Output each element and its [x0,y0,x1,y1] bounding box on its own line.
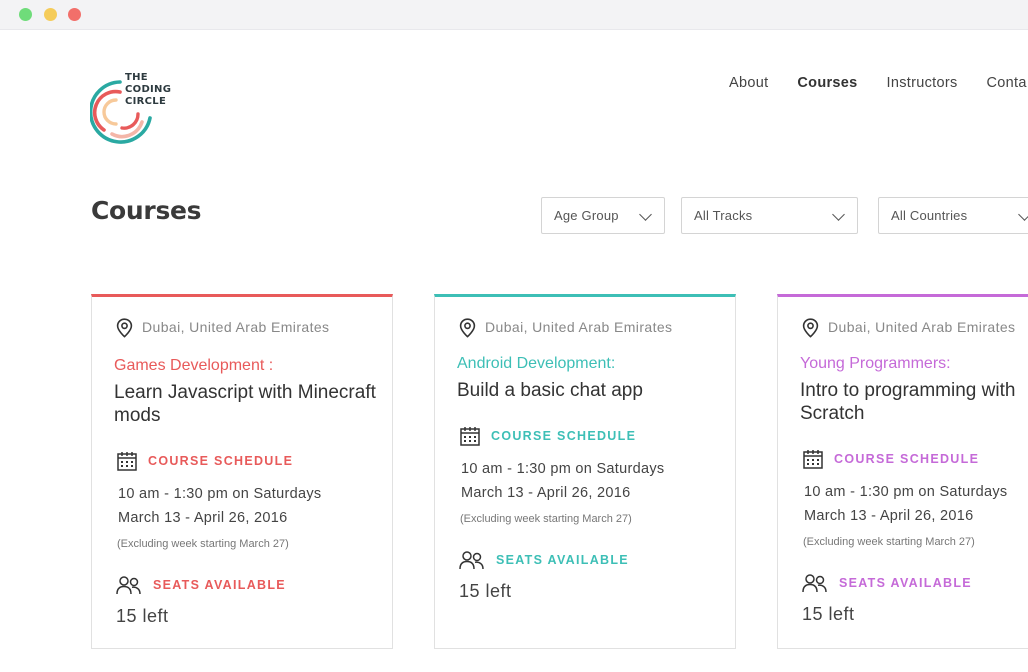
card-schedule: 10 am - 1:30 pm on Saturdays March 13 - … [118,483,321,530]
location-pin-icon [459,318,476,338]
tracks-select[interactable]: All Tracks [681,197,858,234]
card-schedule-dates: March 13 - April 26, 2016 [118,509,288,526]
window-maximize-button[interactable] [68,8,81,21]
card-schedule: 10 am - 1:30 pm on Saturdays March 13 - … [804,481,1007,528]
window-minimize-button[interactable] [44,8,57,21]
people-icon [802,574,827,593]
card-schedule-dates: March 13 - April 26, 2016 [461,484,631,501]
card-schedule-exclusion: (Excluding week starting March 27) [117,538,289,550]
location-pin-icon [802,318,819,338]
countries-select[interactable]: All Countries [878,197,1028,234]
card-location-text: Dubai, United Arab Emirates [142,319,330,335]
seats-available-label: SEATS AVAILABLE [496,553,629,567]
card-schedule-exclusion: (Excluding week starting March 27) [803,536,975,548]
logo-line-the: THE [125,72,148,83]
nav-item-about[interactable]: About [729,75,768,91]
card-schedule-time: 10 am - 1:30 pm on Saturdays [461,461,665,477]
main-nav: About Courses Instructors Conta [729,72,1028,91]
card-title[interactable]: Learn Javascript with Minecraft mods [114,381,384,427]
card-schedule-time: 10 am - 1:30 pm on Saturdays [118,486,322,502]
course-card[interactable]: Dubai, United Arab Emirates Young Progra… [777,294,1028,649]
location-pin-icon [116,318,133,338]
nav-item-instructors[interactable]: Instructors [887,75,958,91]
calendar-icon [460,427,480,446]
card-schedule-dates: March 13 - April 26, 2016 [804,507,974,524]
logo-line-coding: CODING [125,84,172,95]
calendar-icon [117,452,137,471]
logo-text: THE CODING CIRCLE [125,72,171,108]
course-schedule-label: COURSE SCHEDULE [148,454,294,468]
seats-available-label: SEATS AVAILABLE [153,578,286,592]
card-schedule: 10 am - 1:30 pm on Saturdays March 13 - … [461,458,664,505]
course-schedule-label: COURSE SCHEDULE [834,452,980,466]
chevron-down-icon [832,208,845,221]
card-track: Young Programmers: [800,355,951,372]
logo-line-circle: CIRCLE [125,96,167,107]
chevron-down-icon [639,208,652,221]
seats-left-count: 15 left [802,604,855,624]
card-schedule-time: 10 am - 1:30 pm on Saturdays [804,484,1008,500]
course-card[interactable]: Dubai, United Arab Emirates Android Deve… [434,294,736,649]
course-schedule-label: COURSE SCHEDULE [491,429,637,443]
card-schedule-exclusion: (Excluding week starting March 27) [460,513,632,525]
people-icon [459,551,484,570]
card-track: Android Development: [457,355,616,372]
window-titlebar [0,0,1028,30]
people-icon [116,576,141,595]
age-group-select[interactable]: Age Group [541,197,665,234]
seats-left-count: 15 left [459,581,512,601]
tracks-select-label: All Tracks [694,208,753,223]
age-group-select-label: Age Group [554,208,619,223]
window-close-button[interactable] [19,8,32,21]
seats-left-count: 15 left [116,606,169,626]
countries-select-label: All Countries [891,208,968,223]
card-title[interactable]: Intro to programming with Scratch [800,379,1028,425]
chevron-down-icon [1018,208,1028,221]
course-card[interactable]: Dubai, United Arab Emirates Games Develo… [91,294,393,649]
card-track: Games Development : [114,357,274,374]
card-location-text: Dubai, United Arab Emirates [485,319,673,335]
nav-item-courses[interactable]: Courses [797,75,857,91]
nav-item-contact[interactable]: Conta [987,75,1027,91]
page: THE CODING CIRCLE About Courses Instructor… [0,30,1028,672]
logo[interactable]: THE CODING CIRCLE [88,70,180,144]
card-title[interactable]: Build a basic chat app [457,379,727,402]
card-location-text: Dubai, United Arab Emirates [828,319,1016,335]
page-title: Courses [91,196,202,225]
calendar-icon [803,450,823,469]
seats-available-label: SEATS AVAILABLE [839,576,972,590]
